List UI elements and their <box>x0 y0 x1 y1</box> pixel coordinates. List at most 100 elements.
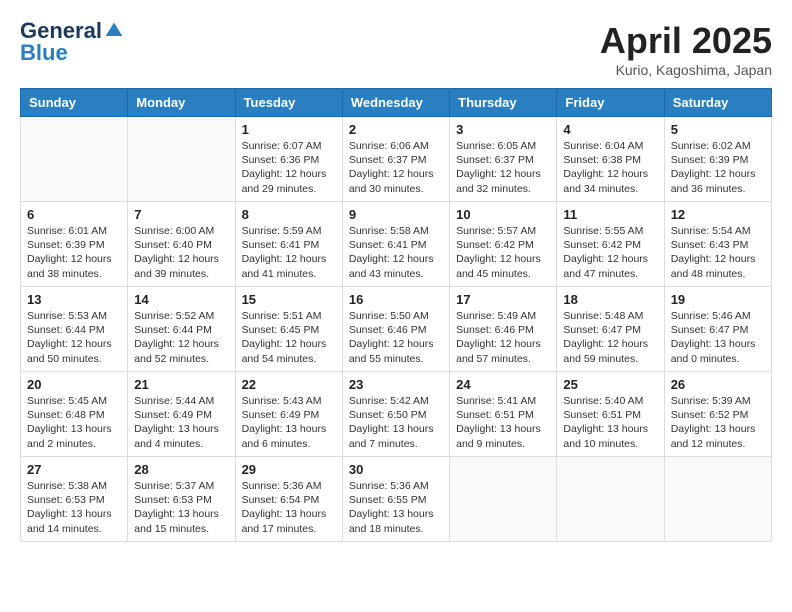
day-info: Sunrise: 5:36 AM Sunset: 6:55 PM Dayligh… <box>349 479 443 536</box>
day-number: 17 <box>456 292 550 307</box>
day-number: 8 <box>242 207 336 222</box>
day-number: 24 <box>456 377 550 392</box>
calendar-cell: 21 Sunrise: 5:44 AM Sunset: 6:49 PM Dayli… <box>128 372 235 457</box>
day-info: Sunrise: 5:46 AM Sunset: 6:47 PM Dayligh… <box>671 309 765 366</box>
day-info: Sunrise: 5:38 AM Sunset: 6:53 PM Dayligh… <box>27 479 121 536</box>
day-number: 30 <box>349 462 443 477</box>
calendar-cell <box>664 457 771 542</box>
day-number: 14 <box>134 292 228 307</box>
day-info: Sunrise: 6:02 AM Sunset: 6:39 PM Dayligh… <box>671 139 765 196</box>
day-info: Sunrise: 5:48 AM Sunset: 6:47 PM Dayligh… <box>563 309 657 366</box>
calendar-cell: 7 Sunrise: 6:00 AM Sunset: 6:40 PM Daylig… <box>128 202 235 287</box>
calendar-cell: 5 Sunrise: 6:02 AM Sunset: 6:39 PM Daylig… <box>664 117 771 202</box>
calendar-header-row: SundayMondayTuesdayWednesdayThursdayFrid… <box>21 89 772 117</box>
day-of-week-header: Saturday <box>664 89 771 117</box>
day-info: Sunrise: 5:40 AM Sunset: 6:51 PM Dayligh… <box>563 394 657 451</box>
day-info: Sunrise: 5:52 AM Sunset: 6:44 PM Dayligh… <box>134 309 228 366</box>
day-info: Sunrise: 5:36 AM Sunset: 6:54 PM Dayligh… <box>242 479 336 536</box>
day-number: 3 <box>456 122 550 137</box>
calendar-cell: 24Sunrise: 5:41 AM Sunset: 6:51 PM Dayli… <box>450 372 557 457</box>
calendar-cell: 4Sunrise: 6:04 AM Sunset: 6:38 PM Daylig… <box>557 117 664 202</box>
day-number: 5 <box>671 122 765 137</box>
day-info: Sunrise: 6:01 AM Sunset: 6:39 PM Dayligh… <box>27 224 121 281</box>
calendar-cell: 26 Sunrise: 5:39 AM Sunset: 6:52 PM Dayli… <box>664 372 771 457</box>
day-number: 21 <box>134 377 228 392</box>
day-of-week-header: Thursday <box>450 89 557 117</box>
calendar: SundayMondayTuesdayWednesdayThursdayFrid… <box>20 88 772 542</box>
title-section: April 2025 Kurio, Kagoshima, Japan <box>600 20 772 78</box>
day-info: Sunrise: 6:07 AM Sunset: 6:36 PM Dayligh… <box>242 139 336 196</box>
calendar-week-row: 6 Sunrise: 6:01 AM Sunset: 6:39 PM Daylig… <box>21 202 772 287</box>
day-info: Sunrise: 6:05 AM Sunset: 6:37 PM Dayligh… <box>456 139 550 196</box>
calendar-cell: 27 Sunrise: 5:38 AM Sunset: 6:53 PM Dayli… <box>21 457 128 542</box>
logo-general-text: General <box>20 20 102 42</box>
day-number: 23 <box>349 377 443 392</box>
day-info: Sunrise: 5:58 AM Sunset: 6:41 PM Dayligh… <box>349 224 443 281</box>
day-number: 7 <box>134 207 228 222</box>
month-title: April 2025 <box>600 20 772 62</box>
day-number: 22 <box>242 377 336 392</box>
calendar-cell: 9 Sunrise: 5:58 AM Sunset: 6:41 PM Daylig… <box>342 202 449 287</box>
calendar-cell: 2 Sunrise: 6:06 AM Sunset: 6:37 PM Daylig… <box>342 117 449 202</box>
day-info: Sunrise: 5:44 AM Sunset: 6:49 PM Dayligh… <box>134 394 228 451</box>
day-number: 11 <box>563 207 657 222</box>
calendar-cell: 3 Sunrise: 6:05 AM Sunset: 6:37 PM Daylig… <box>450 117 557 202</box>
subtitle: Kurio, Kagoshima, Japan <box>600 62 772 78</box>
calendar-cell: 18 Sunrise: 5:48 AM Sunset: 6:47 PM Dayli… <box>557 287 664 372</box>
calendar-cell: 15Sunrise: 5:51 AM Sunset: 6:45 PM Dayli… <box>235 287 342 372</box>
day-number: 13 <box>27 292 121 307</box>
calendar-cell <box>557 457 664 542</box>
day-of-week-header: Friday <box>557 89 664 117</box>
calendar-cell <box>450 457 557 542</box>
calendar-week-row: 27 Sunrise: 5:38 AM Sunset: 6:53 PM Dayli… <box>21 457 772 542</box>
day-number: 12 <box>671 207 765 222</box>
day-number: 26 <box>671 377 765 392</box>
logo-icon <box>104 21 124 41</box>
day-info: Sunrise: 5:55 AM Sunset: 6:42 PM Dayligh… <box>563 224 657 281</box>
calendar-cell: 6 Sunrise: 6:01 AM Sunset: 6:39 PM Daylig… <box>21 202 128 287</box>
calendar-cell: 17 Sunrise: 5:49 AM Sunset: 6:46 PM Dayli… <box>450 287 557 372</box>
day-info: Sunrise: 6:00 AM Sunset: 6:40 PM Dayligh… <box>134 224 228 281</box>
day-info: Sunrise: 5:49 AM Sunset: 6:46 PM Dayligh… <box>456 309 550 366</box>
day-info: Sunrise: 5:51 AM Sunset: 6:45 PM Dayligh… <box>242 309 336 366</box>
day-number: 9 <box>349 207 443 222</box>
logo: General Blue <box>20 20 124 66</box>
day-info: Sunrise: 5:57 AM Sunset: 6:42 PM Dayligh… <box>456 224 550 281</box>
day-number: 29 <box>242 462 336 477</box>
day-of-week-header: Tuesday <box>235 89 342 117</box>
day-info: Sunrise: 5:50 AM Sunset: 6:46 PM Dayligh… <box>349 309 443 366</box>
day-number: 2 <box>349 122 443 137</box>
day-number: 16 <box>349 292 443 307</box>
day-info: Sunrise: 5:53 AM Sunset: 6:44 PM Dayligh… <box>27 309 121 366</box>
page-header: General Blue April 2025 Kurio, Kagoshima… <box>20 20 772 78</box>
day-number: 19 <box>671 292 765 307</box>
calendar-cell: 30 Sunrise: 5:36 AM Sunset: 6:55 PM Dayli… <box>342 457 449 542</box>
day-info: Sunrise: 5:43 AM Sunset: 6:49 PM Dayligh… <box>242 394 336 451</box>
calendar-cell: 10 Sunrise: 5:57 AM Sunset: 6:42 PM Dayli… <box>450 202 557 287</box>
calendar-cell: 28Sunrise: 5:37 AM Sunset: 6:53 PM Dayli… <box>128 457 235 542</box>
day-info: Sunrise: 5:45 AM Sunset: 6:48 PM Dayligh… <box>27 394 121 451</box>
calendar-cell <box>128 117 235 202</box>
day-number: 20 <box>27 377 121 392</box>
calendar-cell <box>21 117 128 202</box>
day-info: Sunrise: 5:42 AM Sunset: 6:50 PM Dayligh… <box>349 394 443 451</box>
day-info: Sunrise: 5:39 AM Sunset: 6:52 PM Dayligh… <box>671 394 765 451</box>
day-number: 18 <box>563 292 657 307</box>
day-number: 6 <box>27 207 121 222</box>
day-info: Sunrise: 5:54 AM Sunset: 6:43 PM Dayligh… <box>671 224 765 281</box>
day-info: Sunrise: 5:59 AM Sunset: 6:41 PM Dayligh… <box>242 224 336 281</box>
calendar-cell: 16 Sunrise: 5:50 AM Sunset: 6:46 PM Dayli… <box>342 287 449 372</box>
calendar-cell: 11 Sunrise: 5:55 AM Sunset: 6:42 PM Dayli… <box>557 202 664 287</box>
calendar-week-row: 1Sunrise: 6:07 AM Sunset: 6:36 PM Daylig… <box>21 117 772 202</box>
day-number: 27 <box>27 462 121 477</box>
calendar-cell: 23 Sunrise: 5:42 AM Sunset: 6:50 PM Dayli… <box>342 372 449 457</box>
calendar-cell: 8 Sunrise: 5:59 AM Sunset: 6:41 PM Daylig… <box>235 202 342 287</box>
day-number: 4 <box>563 122 657 137</box>
day-number: 10 <box>456 207 550 222</box>
calendar-week-row: 20 Sunrise: 5:45 AM Sunset: 6:48 PM Dayli… <box>21 372 772 457</box>
calendar-cell: 29 Sunrise: 5:36 AM Sunset: 6:54 PM Dayli… <box>235 457 342 542</box>
calendar-cell: 1Sunrise: 6:07 AM Sunset: 6:36 PM Daylig… <box>235 117 342 202</box>
day-of-week-header: Sunday <box>21 89 128 117</box>
day-of-week-header: Wednesday <box>342 89 449 117</box>
day-info: Sunrise: 6:06 AM Sunset: 6:37 PM Dayligh… <box>349 139 443 196</box>
